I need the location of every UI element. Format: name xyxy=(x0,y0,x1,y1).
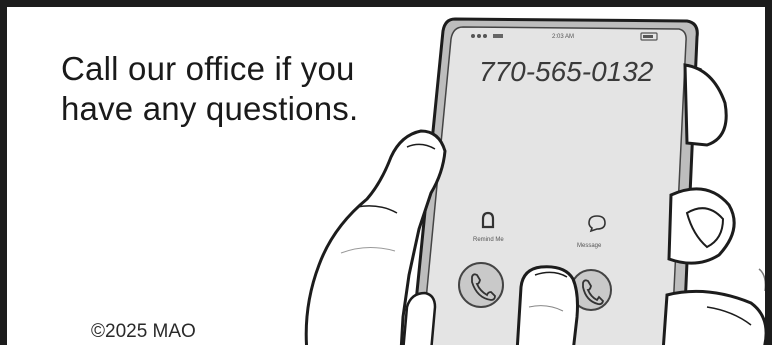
right-hand-lower-finger xyxy=(661,289,765,345)
svg-text:Message: Message xyxy=(577,243,602,249)
decline-call-button[interactable] xyxy=(458,262,504,308)
copyright-notice: ©2025 MAO xyxy=(91,321,196,342)
svg-text:Remind Me: Remind Me xyxy=(473,237,504,243)
status-time: 2:03 AM xyxy=(552,34,574,40)
phone-number: 770-565-0132 xyxy=(479,56,654,87)
partial-finger-edge xyxy=(758,268,765,291)
comic-panel: 2:03 AM 770-565-0132 Remind Me Message C… xyxy=(0,0,772,345)
message-line-2: have any questions. xyxy=(61,90,359,127)
finger-lower-left xyxy=(402,291,437,345)
right-hand-upper-finger xyxy=(683,63,728,147)
call-message: Call our office if you have any question… xyxy=(61,49,358,129)
message-line-1: Call our office if you xyxy=(61,50,355,87)
